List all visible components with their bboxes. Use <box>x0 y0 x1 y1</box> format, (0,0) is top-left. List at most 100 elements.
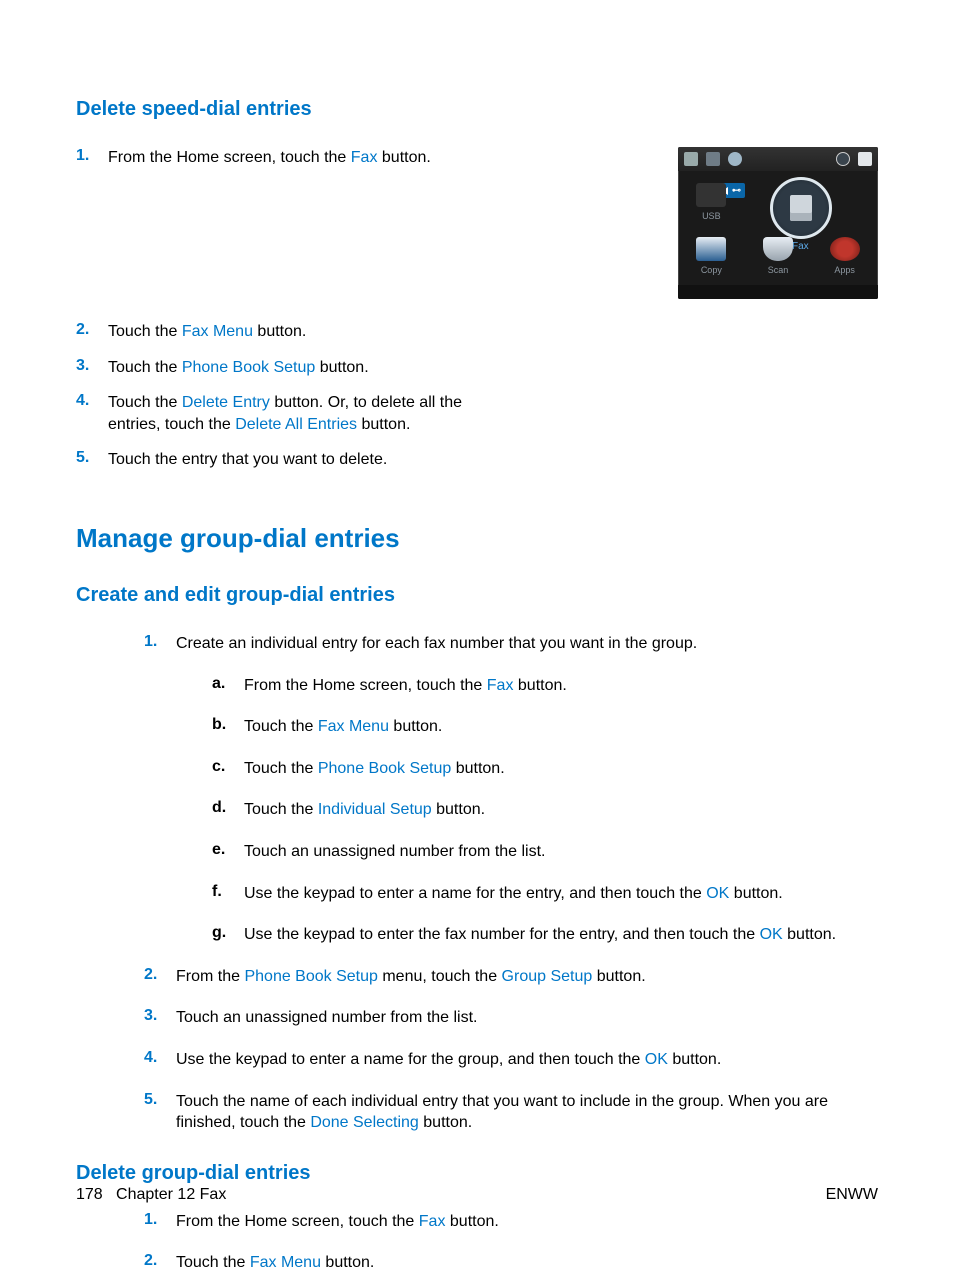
link-ok[interactable]: OK <box>645 1051 668 1068</box>
sub-step-row: b. Touch the Fax Menu button. <box>212 716 878 738</box>
step-number: 5. <box>144 1091 176 1109</box>
step-letter: a. <box>212 675 244 693</box>
step-body: From the Home screen, touch the Fax butt… <box>244 675 567 697</box>
step-body: Create an individual entry for each fax … <box>176 633 697 655</box>
text: button. <box>668 1051 721 1068</box>
text: From the <box>176 968 244 985</box>
wifi-icon <box>728 152 742 166</box>
step-letter: c. <box>212 758 244 776</box>
step-body: Touch the Fax Menu button. <box>244 716 442 738</box>
text: button. <box>783 926 836 943</box>
link-delete-all-entries[interactable]: Delete All Entries <box>235 416 357 433</box>
step-body: Touch the name of each individual entry … <box>176 1091 878 1134</box>
step-body: From the Phone Book Setup menu, touch th… <box>176 966 646 988</box>
text: Touch the <box>176 1254 250 1271</box>
step-body: Touch the Delete Entry button. Or, to de… <box>108 392 468 435</box>
text: button. <box>592 968 645 985</box>
link-individual-setup[interactable]: Individual Setup <box>318 801 432 818</box>
screenshot-footer <box>678 285 878 299</box>
link-fax-menu[interactable]: Fax Menu <box>250 1254 321 1271</box>
step-body: From the Home screen, touch the Fax butt… <box>176 1211 499 1233</box>
link-done-selecting[interactable]: Done Selecting <box>310 1114 419 1131</box>
sub-step-row: g. Use the keypad to enter the fax numbe… <box>212 924 878 946</box>
text: button. <box>357 416 410 433</box>
text: button. <box>432 801 485 818</box>
step-row: 1. From the Home screen, touch the Fax b… <box>144 1211 878 1233</box>
gear-icon <box>706 152 720 166</box>
link-fax-menu[interactable]: Fax Menu <box>318 718 389 735</box>
text: Touch the <box>108 323 182 340</box>
step-body: Use the keypad to enter a name for the e… <box>244 883 783 905</box>
cell-label: USB <box>702 211 721 221</box>
step-row: 5. Touch the name of each individual ent… <box>144 1091 878 1134</box>
text: menu, touch the <box>378 968 502 985</box>
step-number: 1. <box>144 633 176 651</box>
text: From the Home screen, touch the <box>176 1213 419 1230</box>
link-phone-book-setup[interactable]: Phone Book Setup <box>318 760 451 777</box>
sub-step-row: c. Touch the Phone Book Setup button. <box>212 758 878 780</box>
link-fax[interactable]: Fax <box>487 677 514 694</box>
step-row: 2. From the Phone Book Setup menu, touch… <box>144 966 878 988</box>
step-body: Touch an unassigned number from the list… <box>244 841 546 863</box>
link-delete-entry[interactable]: Delete Entry <box>182 394 270 411</box>
scan-icon <box>763 237 793 261</box>
apps-icon <box>830 237 860 261</box>
step-number: 2. <box>76 321 108 339</box>
link-ok[interactable]: OK <box>760 926 783 943</box>
grid-icon <box>858 152 872 166</box>
step-body: Touch the Fax Menu button. <box>176 1252 374 1274</box>
text: button. <box>445 1213 498 1230</box>
text: button. <box>377 149 430 166</box>
copy-icon <box>696 237 726 261</box>
heading-delete-group-dial: Delete group-dial entries <box>76 1162 878 1185</box>
step-body: Use the keypad to enter the fax number f… <box>244 924 836 946</box>
link-group-setup[interactable]: Group Setup <box>502 968 593 985</box>
text: Touch an unassigned number from the list… <box>176 1009 478 1026</box>
text: Touch an unassigned number from the list… <box>244 843 546 860</box>
step-row: 3. Touch an unassigned number from the l… <box>144 1007 878 1029</box>
text: Use the keypad to enter a name for the e… <box>244 885 706 902</box>
text: From the Home screen, touch the <box>108 149 351 166</box>
doc-icon <box>684 152 698 166</box>
text: From the Home screen, touch the <box>244 677 487 694</box>
text: Touch the <box>108 359 182 376</box>
text: Touch the <box>244 760 318 777</box>
step-body: Touch the entry that you want to delete. <box>108 449 387 471</box>
text: Touch the entry that you want to delete. <box>108 451 387 468</box>
step-letter: f. <box>212 883 244 901</box>
step-number: 3. <box>144 1007 176 1025</box>
text: Touch the <box>108 394 182 411</box>
step-letter: b. <box>212 716 244 734</box>
text: Touch the <box>244 718 318 735</box>
link-ok[interactable]: OK <box>706 885 729 902</box>
text: Use the keypad to enter the fax number f… <box>244 926 760 943</box>
heading-create-edit-group-dial: Create and edit group-dial entries <box>76 584 878 607</box>
cell-label: Scan <box>768 265 789 275</box>
text: button. <box>389 718 442 735</box>
cell-label: Apps <box>834 265 855 275</box>
link-fax-menu[interactable]: Fax Menu <box>182 323 253 340</box>
text: Touch the <box>244 801 318 818</box>
step-row: 4. Use the keypad to enter a name for th… <box>144 1049 878 1071</box>
sub-step-row: e. Touch an unassigned number from the l… <box>212 841 878 863</box>
step-number: 3. <box>76 357 108 375</box>
text: button. <box>321 1254 374 1271</box>
step-number: 2. <box>144 1252 176 1270</box>
text: button. <box>451 760 504 777</box>
link-phone-book-setup[interactable]: Phone Book Setup <box>182 359 315 376</box>
heading-manage-group-dial: Manage group-dial entries <box>76 523 878 554</box>
step-body: Touch an unassigned number from the list… <box>176 1007 478 1029</box>
step-row: 1. Create an individual entry for each f… <box>144 633 878 655</box>
cell-label: Copy <box>701 265 722 275</box>
text: Use the keypad to enter a name for the g… <box>176 1051 645 1068</box>
step-number: 1. <box>76 147 108 165</box>
sub-step-row: d. Touch the Individual Setup button. <box>212 799 878 821</box>
info-icon <box>836 152 850 166</box>
link-phone-book-setup[interactable]: Phone Book Setup <box>244 968 377 985</box>
step-number: 4. <box>76 392 108 410</box>
step-body: Use the keypad to enter a name for the g… <box>176 1049 721 1071</box>
link-fax[interactable]: Fax <box>351 149 378 166</box>
text: button. <box>419 1114 472 1131</box>
step-row: 5. Touch the entry that you want to dele… <box>76 449 878 471</box>
link-fax[interactable]: Fax <box>419 1213 446 1230</box>
